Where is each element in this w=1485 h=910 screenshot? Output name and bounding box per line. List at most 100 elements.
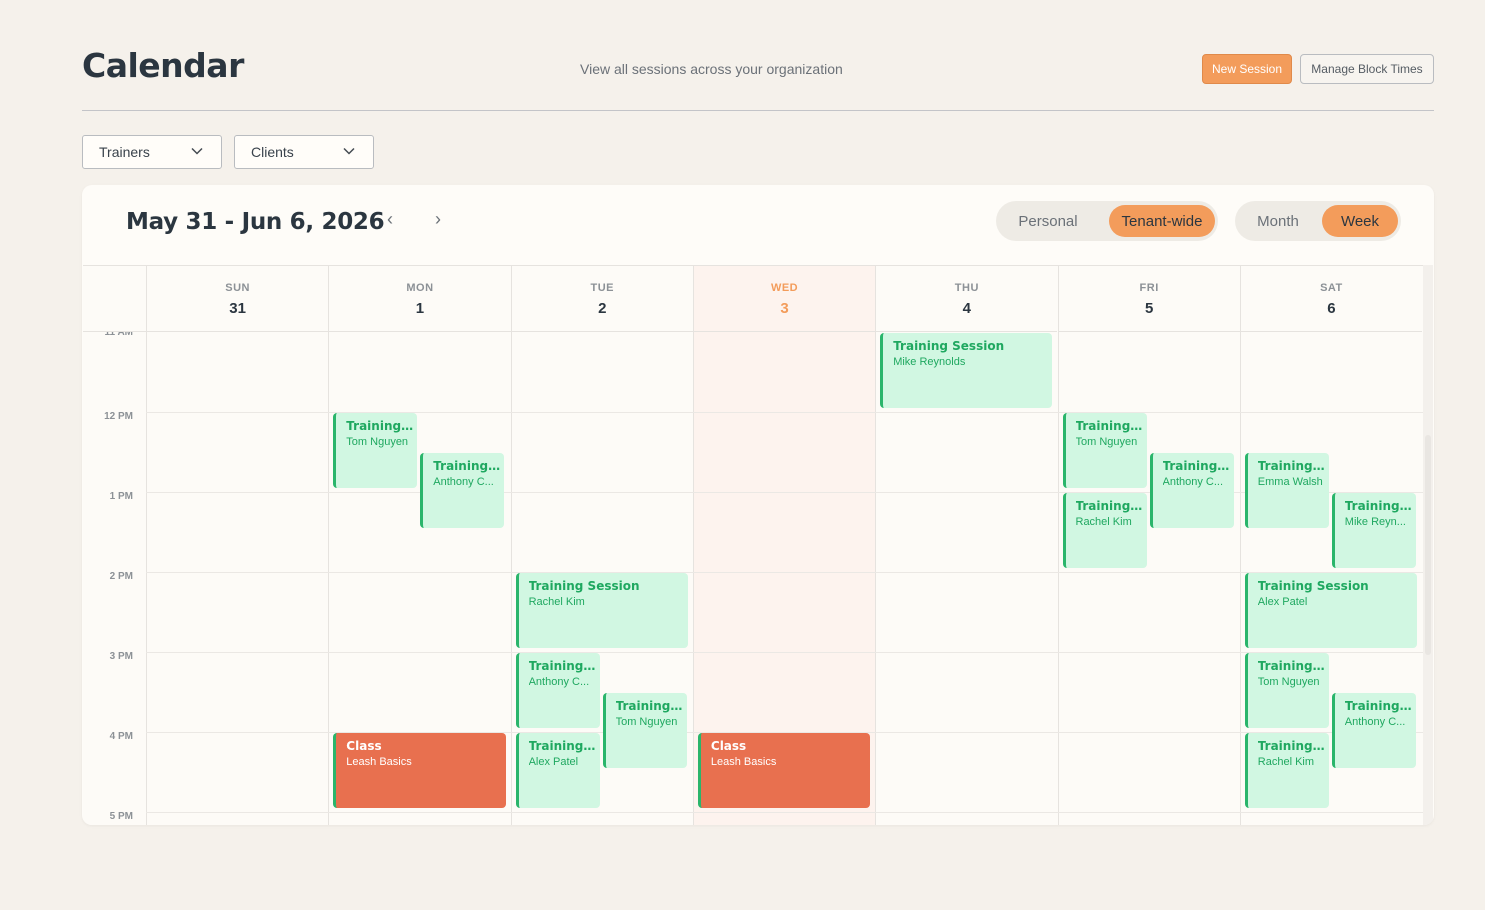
event-person: Alex Patel (1257, 596, 1308, 608)
hour-gridline (146, 572, 1423, 573)
training-session-event[interactable]: Training ... Anthony C... (1149, 453, 1234, 528)
event-title: Training ... (1257, 659, 1329, 673)
event-person: Rachel Kim (528, 596, 585, 608)
event-person: Tom Nguyen (615, 716, 678, 728)
day-date: 4 (962, 300, 971, 317)
event-person: Leash Basics (710, 756, 777, 768)
day-date: 5 (1144, 300, 1154, 317)
day-date: 2 (598, 300, 607, 317)
day-header-tue[interactable]: TUE 2 (510, 266, 693, 332)
event-person: Emma Walsh (1257, 476, 1323, 488)
hour-gridline (146, 812, 1423, 813)
event-title: Training Session (1257, 579, 1369, 593)
training-session-event[interactable]: Training ... Mike Reyn... (1331, 493, 1416, 568)
training-session-event[interactable]: Training ... Tom Nguyen (602, 693, 687, 768)
training-session-event[interactable]: Training ... Tom Nguyen (1062, 413, 1147, 488)
event-title: Training ... (1075, 499, 1147, 513)
event-person: Anthony C... (528, 676, 590, 688)
day-name: SAT (1320, 282, 1343, 294)
next-week-button[interactable]: › (428, 209, 448, 230)
training-session-event[interactable]: Training ... Anthony C... (515, 653, 600, 728)
time-label: 5 PM (109, 811, 133, 822)
event-title: Training ... (1075, 419, 1147, 433)
view-week-option[interactable]: Week (1322, 205, 1398, 237)
time-label: 4 PM (109, 731, 133, 742)
training-session-event[interactable]: Training Session Rachel Kim (515, 573, 688, 648)
training-session-event[interactable]: Training ... Rachel Kim (1244, 733, 1329, 808)
calendar-card: May 31 - Jun 6, 2026 ‹ › Personal Tenant… (82, 185, 1434, 825)
training-session-event[interactable]: Training ... Rachel Kim (1062, 493, 1147, 568)
day-name: WED (770, 282, 799, 294)
manage-block-times-button[interactable]: Manage Block Times (1300, 54, 1434, 84)
day-date: 1 (415, 300, 425, 317)
training-session-event[interactable]: Training ... Anthony C... (420, 453, 505, 528)
day-column-sun[interactable] (146, 332, 328, 825)
training-session-event[interactable]: Training Session Mike Reynolds (880, 333, 1053, 408)
view-month-option[interactable]: Month (1239, 205, 1317, 237)
day-date: 31 (229, 300, 246, 317)
training-session-event[interactable]: Training ... Alex Patel (515, 733, 600, 808)
clients-filter-label: Clients (251, 144, 294, 160)
clients-filter[interactable]: Clients (234, 135, 374, 169)
day-header-thu[interactable]: THU 4 (875, 266, 1058, 332)
scope-toggle: Personal Tenant-wide (996, 201, 1218, 241)
event-title: Training ... (1344, 699, 1416, 713)
event-person: Tom Nguyen (1257, 676, 1320, 688)
time-label: 12 PM (104, 411, 133, 422)
header-divider (82, 110, 1434, 111)
event-person: Mike Reyn... (1344, 516, 1406, 528)
event-person: Rachel Kim (1257, 756, 1315, 768)
trainers-filter[interactable]: Trainers (82, 135, 222, 169)
class-event[interactable]: Class Leash Basics (697, 733, 871, 808)
chevron-down-icon (343, 147, 355, 155)
event-title: Training ... (528, 659, 600, 673)
event-title: Training ... (433, 459, 505, 473)
event-title: Training Session (893, 339, 1005, 353)
event-person: Mike Reynolds (893, 356, 966, 368)
event-title: Class (710, 739, 747, 753)
training-session-event[interactable]: Training ... Emma Walsh (1244, 453, 1329, 528)
event-title: Class (346, 739, 382, 753)
training-session-event[interactable]: Training ... Tom Nguyen (333, 413, 418, 488)
chevron-down-icon (191, 147, 203, 155)
event-person: Anthony C... (433, 476, 494, 488)
day-name: SUN (225, 282, 251, 294)
time-label: 1 PM (109, 491, 133, 502)
event-title: Training ... (528, 739, 600, 753)
training-session-event[interactable]: Training ... Anthony C... (1331, 693, 1416, 768)
day-name: THU (954, 282, 979, 294)
scrollbar-thumb[interactable] (1425, 435, 1431, 655)
event-person: Rachel Kim (1075, 516, 1132, 528)
trainers-filter-label: Trainers (99, 144, 150, 160)
event-title: Training Session (528, 579, 640, 593)
hour-gridline (146, 652, 1423, 653)
event-title: Training ... (1257, 459, 1329, 473)
prev-week-button[interactable]: ‹ (380, 209, 400, 230)
day-header-wed[interactable]: WED 3 (692, 266, 876, 332)
event-title: Training ... (1162, 459, 1234, 473)
class-event[interactable]: Class Leash Basics (333, 733, 506, 808)
training-session-event[interactable]: Training ... Tom Nguyen (1244, 653, 1329, 728)
day-date: 6 (1327, 300, 1336, 317)
time-label: 3 PM (109, 651, 133, 662)
view-toggle: Month Week (1235, 201, 1401, 241)
grid-body: 11 AM 12 PM 1 PM 2 PM 3 PM 4 PM 5 PM Training S… (83, 332, 1423, 825)
time-label: 2 PM (109, 571, 133, 582)
day-header-sat[interactable]: SAT 6 (1239, 266, 1423, 332)
day-column-fri[interactable] (1057, 332, 1240, 825)
new-session-button[interactable]: New Session (1202, 54, 1292, 84)
page-title: Calendar (82, 46, 244, 85)
event-title: Training ... (1344, 499, 1416, 513)
scope-personal-option[interactable]: Personal (1000, 205, 1096, 237)
scope-tenant-wide-option[interactable]: Tenant-wide (1109, 205, 1215, 237)
day-header-fri[interactable]: FRI 5 (1057, 266, 1240, 332)
event-title: Training ... (1257, 739, 1329, 753)
day-name: FRI (1139, 282, 1159, 294)
event-person: Tom Nguyen (346, 436, 409, 448)
day-header-mon[interactable]: MON 1 (328, 266, 511, 332)
training-session-event[interactable]: Training Session Alex Patel (1244, 573, 1418, 648)
time-label: 11 AM (104, 332, 133, 338)
week-grid: SUN 31 MON 1 TUE 2 WED 3 THU 4 FRI 5 SAT 6 11 AM 12 PM… (83, 265, 1423, 825)
day-header-sun[interactable]: SUN 31 (146, 266, 329, 332)
day-name: MON (406, 282, 434, 294)
